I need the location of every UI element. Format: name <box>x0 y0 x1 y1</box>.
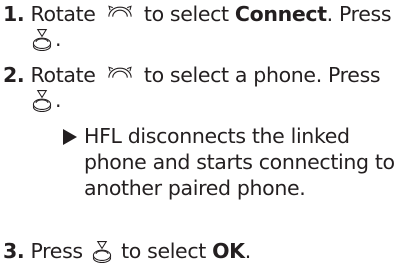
step-3-number: 3. <box>3 239 25 263</box>
result-triangle-icon <box>62 128 78 146</box>
result-line-3: another paired phone. <box>84 176 306 200</box>
push-button-icon <box>29 27 55 51</box>
step-1-line-2-end: . <box>55 27 62 51</box>
step-2-line-2-end: . <box>55 88 62 112</box>
instruction-page: 1. Rotate to select Connect. Press . 2. … <box>0 0 395 270</box>
connect-label: Connect <box>234 2 327 26</box>
push-button-icon <box>89 239 115 263</box>
result-line-2: phone and starts connecting to <box>84 150 395 174</box>
step-2-text-after-icon: to select a phone. Press <box>137 63 381 87</box>
step-3-line-1: 3. Press to select OK. <box>3 239 251 263</box>
step-1-line-1: 1. Rotate to select Connect. Press <box>3 2 392 26</box>
step-3-text-end: . <box>244 239 252 263</box>
step-3-text-after-icon: to select <box>114 239 213 263</box>
ok-label: OK <box>212 239 245 263</box>
step-3-text: Press <box>24 239 89 263</box>
step-2-line-1: 2. Rotate to select a phone. Press <box>3 63 381 87</box>
rotate-knob-icon <box>102 63 138 87</box>
step-1-number: 1. <box>3 2 25 26</box>
step-1-text: Rotate <box>30 2 102 26</box>
step-1-text-after-icon: to select <box>137 2 235 26</box>
step-1-line-2: . <box>29 27 62 51</box>
rotate-knob-icon <box>102 2 138 26</box>
step-2-number: 2. <box>3 63 25 87</box>
step-2-line-2: . <box>29 88 62 112</box>
step-2-text: Rotate <box>30 63 102 87</box>
step-1-text-end: . Press <box>326 2 392 26</box>
push-button-icon <box>29 88 55 112</box>
result-line-1: HFL disconnects the linked <box>84 124 350 148</box>
